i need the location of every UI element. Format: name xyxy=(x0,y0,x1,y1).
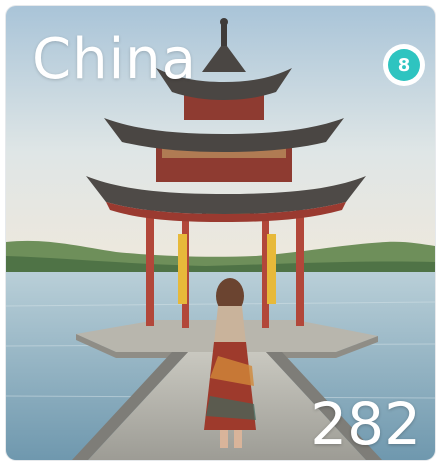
destination-card-china[interactable]: China 8 282 xyxy=(6,6,435,460)
card-title: China xyxy=(32,27,197,92)
total-count: 282 xyxy=(310,390,421,458)
count-badge: 8 xyxy=(383,44,425,86)
count-badge-value: 8 xyxy=(388,49,420,81)
